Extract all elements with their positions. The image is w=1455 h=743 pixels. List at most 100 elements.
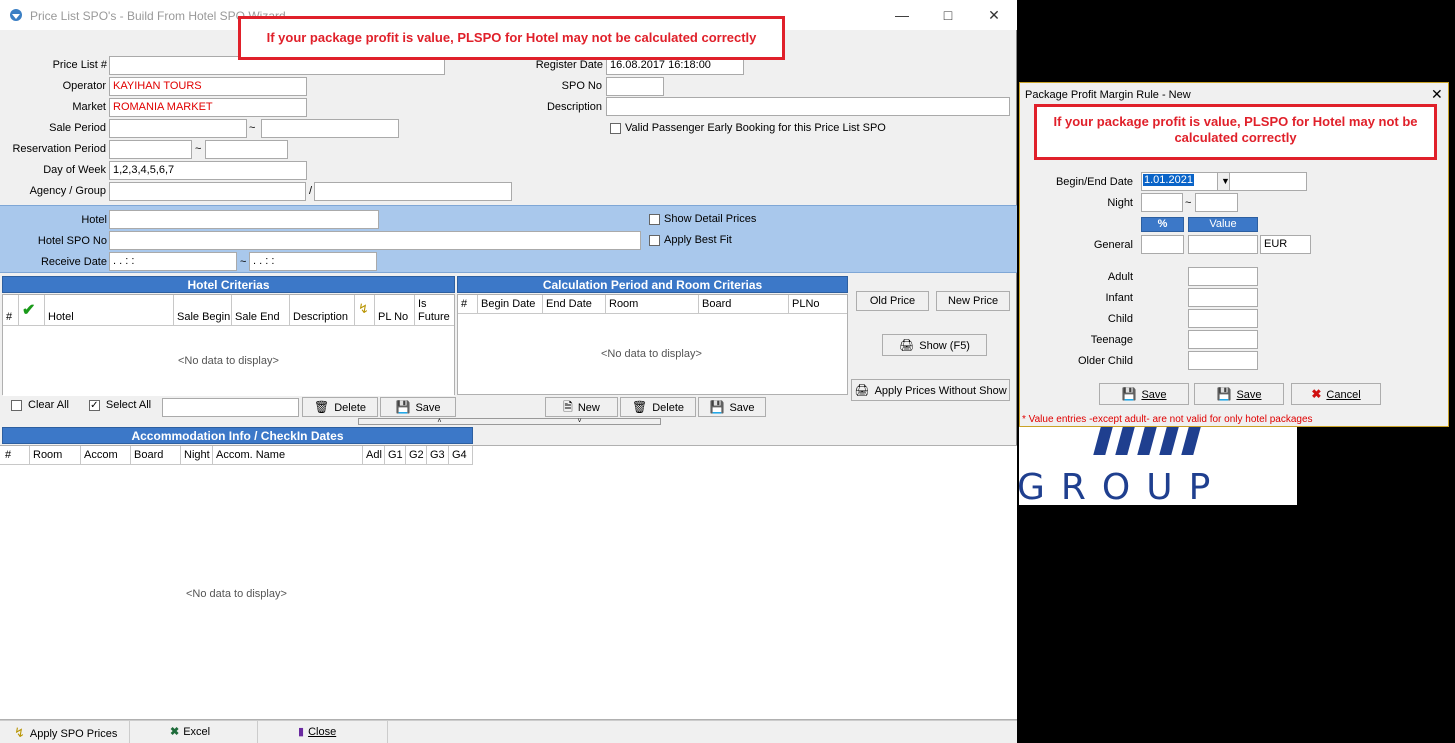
receive-date-from-input[interactable]: . . : : [109, 252, 237, 271]
reservation-period-from-input[interactable] [109, 140, 192, 159]
acc-col-adl[interactable]: Adl [363, 446, 385, 464]
rule-alert-banner: If your package profit is value, PLSPO f… [1034, 104, 1437, 160]
rule-window-title: Package Profit Margin Rule - New [1025, 89, 1191, 101]
hotel-criteria-filter-input[interactable] [162, 398, 299, 417]
new-label: New [577, 402, 600, 414]
acc-col-room[interactable]: Room [30, 446, 81, 464]
adult-value-input[interactable] [1188, 267, 1258, 286]
calc-new-button[interactable]: 🗎 New [545, 397, 618, 417]
rule-save-button-1[interactable]: 💾 Save [1099, 383, 1189, 405]
valid-passenger-checkbox[interactable] [610, 123, 621, 134]
general-value-input[interactable] [1188, 235, 1258, 254]
save-label: Save [1236, 389, 1262, 401]
acc-col-g4[interactable]: G4 [449, 446, 473, 464]
hotel-filter-panel: Hotel Hotel SPO No Receive Date . . : : … [0, 205, 1017, 273]
value-header: Value [1188, 217, 1258, 232]
hotel-criterias-no-data: <No data to display> [178, 355, 279, 367]
valid-passenger-label: Valid Passenger Early Booking for this P… [625, 122, 886, 134]
select-all-button[interactable]: ✓ Select All [80, 396, 160, 417]
splitter-handle[interactable]: ˄ ˅ [358, 418, 661, 425]
calc-col-hash[interactable]: # [458, 295, 478, 313]
floppy-icon: 💾 [709, 400, 725, 414]
new-price-button[interactable]: New Price [936, 291, 1010, 311]
calc-col-room[interactable]: Room [606, 295, 699, 313]
hotel-criteria-save-button[interactable]: 💾 Save [380, 397, 456, 417]
calc-save-button[interactable]: 💾 Save [698, 397, 766, 417]
teenage-value-input[interactable] [1188, 330, 1258, 349]
minimize-button[interactable]: — [892, 6, 912, 24]
infant-value-input[interactable] [1188, 288, 1258, 307]
hotel-criteria-delete-button[interactable]: 🗑 Delete [302, 397, 378, 417]
save-label: Save [729, 402, 755, 414]
rule-cancel-button[interactable]: ✖ Cancel [1291, 383, 1381, 405]
calc-col-plno[interactable]: PLNo [789, 295, 849, 313]
accommodation-header: Accommodation Info / CheckIn Dates [2, 427, 473, 444]
group-input[interactable] [314, 182, 512, 201]
agency-slash: / [309, 185, 313, 197]
acc-col-accom-name[interactable]: Accom. Name [213, 446, 363, 464]
calc-delete-button[interactable]: 🗑 Delete [620, 397, 696, 417]
old-price-button[interactable]: Old Price [856, 291, 929, 311]
currency-input[interactable]: EUR [1260, 235, 1311, 254]
clear-all-button[interactable]: Clear All [2, 396, 78, 417]
delete-label: Delete [652, 402, 685, 414]
acc-col-hash[interactable]: # [2, 446, 30, 464]
night-to-input[interactable] [1195, 193, 1238, 212]
acc-col-board[interactable]: Board [131, 446, 181, 464]
acc-col-night[interactable]: Night [181, 446, 213, 464]
excel-button[interactable]: ✖ Excel [130, 721, 258, 743]
show-detail-prices-checkbox[interactable] [649, 214, 660, 225]
night-from-input[interactable] [1141, 193, 1183, 212]
spo-no-input[interactable] [606, 77, 664, 96]
save-label: Save [1141, 389, 1167, 401]
market-input[interactable]: ROMANIA MARKET [109, 98, 307, 117]
show-button[interactable]: 🖨 Show (F5) [882, 334, 987, 356]
day-of-week-input[interactable]: 1,2,3,4,5,6,7 [109, 161, 307, 180]
agency-input[interactable] [109, 182, 306, 201]
rule-save-button-2[interactable]: 💾 Save [1194, 383, 1284, 405]
operator-input[interactable]: KAYIHAN TOURS [109, 77, 307, 96]
calc-col-begin-date[interactable]: Begin Date [478, 295, 543, 313]
acc-col-accom[interactable]: Accom [81, 446, 131, 464]
older-child-value-input[interactable] [1188, 351, 1258, 370]
floppy-icon: 💾 [1216, 387, 1232, 401]
day-of-week-label: Day of Week [43, 164, 106, 176]
hotel-spo-no-input[interactable] [109, 231, 641, 250]
apply-best-fit-checkbox[interactable] [649, 235, 660, 246]
maximize-button[interactable]: □ [938, 6, 958, 24]
market-label: Market [72, 101, 106, 113]
acc-col-g2[interactable]: G2 [406, 446, 427, 464]
night-label: Night [1107, 197, 1133, 209]
reservation-period-to-input[interactable] [205, 140, 288, 159]
receive-date-to-input[interactable]: . . : : [249, 252, 377, 271]
close-window-button[interactable]: ✕ [984, 6, 1004, 24]
description-input[interactable] [606, 97, 1010, 116]
hotel-input[interactable] [109, 210, 379, 229]
sale-period-from-input[interactable] [109, 119, 247, 138]
hotel-spo-no-label: Hotel SPO No [37, 235, 107, 247]
teenage-label: Teenage [1090, 334, 1133, 346]
cancel-label: Cancel [1326, 389, 1361, 401]
save-label: Save [415, 402, 441, 414]
accommodation-no-data: <No data to display> [186, 588, 287, 600]
delete-label: Delete [334, 402, 367, 414]
door-icon: ▮ [298, 726, 305, 738]
calc-col-board[interactable]: Board [699, 295, 789, 313]
sale-period-to-input[interactable] [261, 119, 399, 138]
acc-col-g3[interactable]: G3 [427, 446, 449, 464]
rule-close-icon[interactable]: ✕ [1431, 86, 1443, 103]
night-tilde: ~ [1185, 197, 1192, 209]
acc-col-g1[interactable]: G1 [385, 446, 406, 464]
general-percent-input[interactable] [1141, 235, 1184, 254]
calculator-icon: 🖨 [854, 383, 870, 397]
begin-date-input[interactable]: 1.01.2021 [1141, 172, 1219, 191]
floppy-icon: 💾 [1121, 387, 1137, 401]
clear-all-checkbox-icon [11, 399, 23, 411]
child-value-input[interactable] [1188, 309, 1258, 328]
calc-col-end-date[interactable]: End Date [543, 295, 606, 313]
new-document-icon: 🗎 [563, 400, 573, 414]
close-button[interactable]: ▮ Close [258, 721, 388, 743]
apply-spo-prices-button[interactable]: ↯ Apply SPO Prices [0, 721, 130, 743]
end-date-input[interactable] [1229, 172, 1307, 191]
apply-prices-without-show-button[interactable]: 🖨 Apply Prices Without Show [851, 379, 1010, 401]
